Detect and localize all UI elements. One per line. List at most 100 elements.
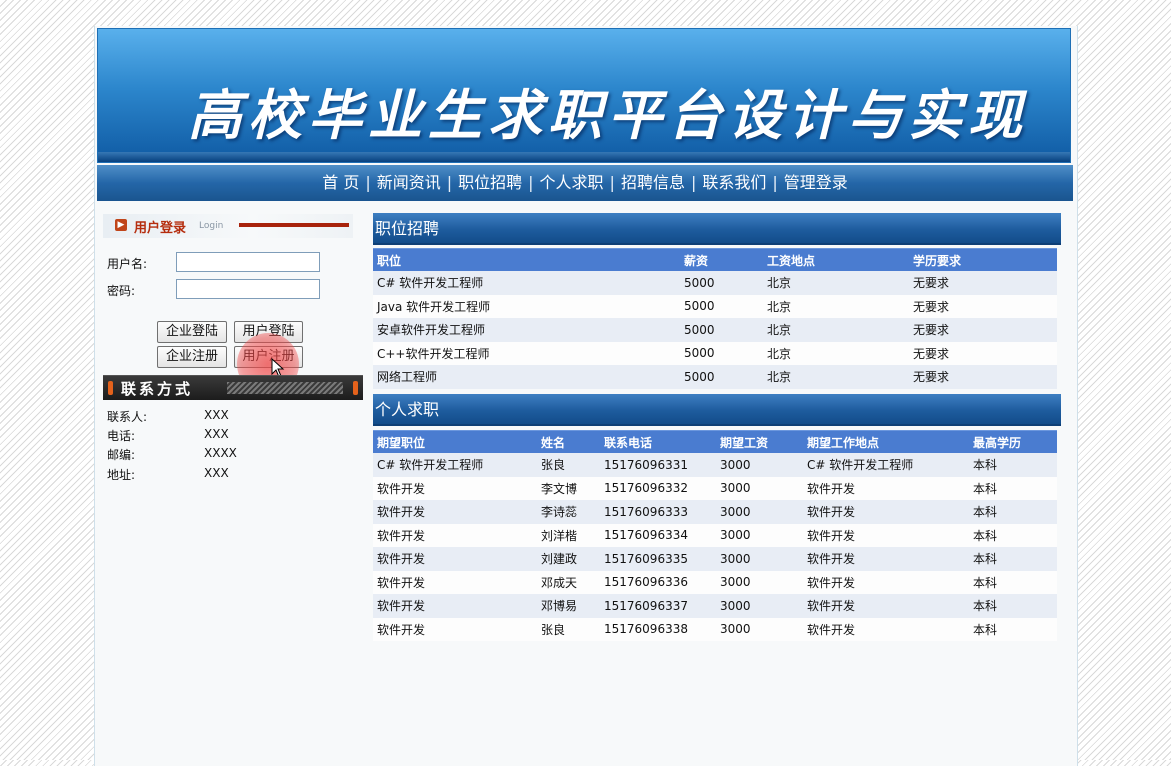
contact-value: XXXX <box>204 446 237 460</box>
login-title: 用户登录 <box>134 221 187 236</box>
table-cell: 本科 <box>969 453 1057 477</box>
password-input[interactable] <box>176 279 320 299</box>
nav-item-home[interactable]: 首 页 <box>318 173 363 192</box>
table-cell: 本科 <box>969 547 1057 571</box>
column-header: 期望工作地点 <box>803 430 969 453</box>
banner-title: 高校毕业生求职平台设计与实现 <box>188 83 1028 147</box>
header-cap-left <box>108 381 113 395</box>
column-header: 期望职位 <box>373 430 537 453</box>
nav-item-job-seeking[interactable]: 个人求职 <box>536 173 608 192</box>
table-cell: 3000 <box>716 547 803 571</box>
table-row[interactable]: C# 软件开发工程师 张良 15176096331 3000 C# 软件开发工程… <box>373 453 1057 477</box>
table-cell: 软件开发 <box>373 547 537 571</box>
table-row[interactable]: 软件开发 李诗蕊 15176096333 3000 软件开发 本科 <box>373 500 1057 524</box>
nav-item-recruit-info[interactable]: 招聘信息 <box>617 173 689 192</box>
table-cell: 软件开发 <box>803 476 969 500</box>
nav-separator: | <box>365 173 371 192</box>
nav-separator: | <box>690 173 697 192</box>
company-login-button[interactable]: 企业登陆 <box>157 321 227 343</box>
nav-separator: | <box>772 173 778 192</box>
table-cell: C# 软件开发工程师 <box>373 453 537 477</box>
table-row[interactable]: C++软件开发工程师 5000 北京 无要求 <box>373 341 1057 365</box>
nav-item-admin-login[interactable]: 管理登录 <box>780 173 852 192</box>
nav-separator: | <box>528 173 534 192</box>
column-header: 最高学历 <box>969 430 1057 453</box>
table-row[interactable]: 软件开发 邓成天 15176096336 3000 软件开发 本科 <box>373 570 1057 594</box>
username-label: 用户名: <box>107 257 148 271</box>
table-cell: 15176096332 <box>600 476 716 500</box>
table-cell: 北京 <box>763 365 909 389</box>
table-cell: 软件开发 <box>803 570 969 594</box>
table-cell: 3000 <box>716 476 803 500</box>
contact-label: 地址: <box>107 468 136 482</box>
nav-separator: | <box>609 173 615 192</box>
table-cell: 3000 <box>716 594 803 618</box>
nav-item-contact[interactable]: 联系我们 <box>698 173 770 192</box>
nav-item-news[interactable]: 新闻资讯 <box>373 173 445 192</box>
table-row[interactable]: 安卓软件开发工程师 5000 北京 无要求 <box>373 318 1057 342</box>
table-cell: 无要求 <box>909 341 1057 365</box>
table-cell: 本科 <box>969 570 1057 594</box>
table-cell: 3000 <box>716 570 803 594</box>
table-cell: 本科 <box>969 617 1057 641</box>
seekers-header-row: 期望职位 姓名 联系电话 期望工资 期望工作地点 最高学历 <box>373 430 1057 453</box>
table-cell: 3000 <box>716 500 803 524</box>
table-cell: 5000 <box>680 271 763 295</box>
table-cell: 软件开发 <box>803 594 969 618</box>
table-cell: C++软件开发工程师 <box>373 341 680 365</box>
table-cell: 张良 <box>537 453 600 477</box>
table-cell: 软件开发 <box>373 523 537 547</box>
contact-label: 联系人: <box>107 410 148 424</box>
table-row[interactable]: Java 软件开发工程师 5000 北京 无要求 <box>373 294 1057 318</box>
contact-panel-header: 联系方式 <box>103 375 363 400</box>
table-cell: 李文博 <box>537 476 600 500</box>
table-row[interactable]: 软件开发 刘洋楷 15176096334 3000 软件开发 本科 <box>373 523 1057 547</box>
table-cell: 软件开发 <box>803 547 969 571</box>
user-login-button[interactable]: 用户登陆 <box>234 321 303 343</box>
table-cell: 本科 <box>969 500 1057 524</box>
contact-value: XXX <box>204 427 229 441</box>
username-input[interactable] <box>176 252 320 272</box>
login-panel-header: ▶ 用户登录 Login <box>103 214 353 238</box>
table-cell: 15176096333 <box>600 500 716 524</box>
nav-separator: | <box>446 173 453 192</box>
table-cell: 北京 <box>763 294 909 318</box>
table-row[interactable]: C# 软件开发工程师 5000 北京 无要求 <box>373 271 1057 295</box>
table-row[interactable]: 软件开发 李文博 15176096332 3000 软件开发 本科 <box>373 476 1057 500</box>
contact-value: XXX <box>204 466 229 480</box>
table-cell: 本科 <box>969 594 1057 618</box>
table-cell: 15176096338 <box>600 617 716 641</box>
seekers-section-header: 个人求职 <box>373 394 1061 426</box>
contact-title: 联系方式 <box>121 380 194 398</box>
password-label: 密码: <box>107 284 136 298</box>
table-cell: Java 软件开发工程师 <box>373 294 680 318</box>
table-cell: 3000 <box>716 453 803 477</box>
table-cell: C# 软件开发工程师 <box>803 453 969 477</box>
table-cell: 5000 <box>680 294 763 318</box>
table-cell: 李诗蕊 <box>537 500 600 524</box>
column-header: 联系电话 <box>600 430 716 453</box>
column-header: 学历要求 <box>909 248 1057 271</box>
table-cell: 15176096335 <box>600 547 716 571</box>
nav-item-jobs[interactable]: 职位招聘 <box>454 173 526 192</box>
table-cell: 北京 <box>763 341 909 365</box>
site-banner: 高校毕业生求职平台设计与实现 <box>97 28 1071 163</box>
table-row[interactable]: 软件开发 张良 15176096338 3000 软件开发 本科 <box>373 617 1057 641</box>
table-cell: 无要求 <box>909 294 1057 318</box>
table-cell: 软件开发 <box>373 476 537 500</box>
table-cell: 本科 <box>969 476 1057 500</box>
table-cell: 邓博易 <box>537 594 600 618</box>
jobs-table: 职位 薪资 工资地点 学历要求 C# 软件开发工程师 5000 北京 无要求 J… <box>373 248 1057 389</box>
table-cell: 软件开发 <box>803 617 969 641</box>
user-register-button[interactable]: 用户注册 <box>234 346 303 368</box>
company-register-button[interactable]: 企业注册 <box>157 346 227 368</box>
table-row[interactable]: 网络工程师 5000 北京 无要求 <box>373 365 1057 389</box>
table-row[interactable]: 软件开发 刘建政 15176096335 3000 软件开发 本科 <box>373 547 1057 571</box>
table-cell: 本科 <box>969 523 1057 547</box>
table-row[interactable]: 软件开发 邓博易 15176096337 3000 软件开发 本科 <box>373 594 1057 618</box>
table-cell: 5000 <box>680 365 763 389</box>
table-cell: 网络工程师 <box>373 365 680 389</box>
contact-value: XXX <box>204 408 229 422</box>
table-cell: 5000 <box>680 318 763 342</box>
table-cell: 北京 <box>763 318 909 342</box>
